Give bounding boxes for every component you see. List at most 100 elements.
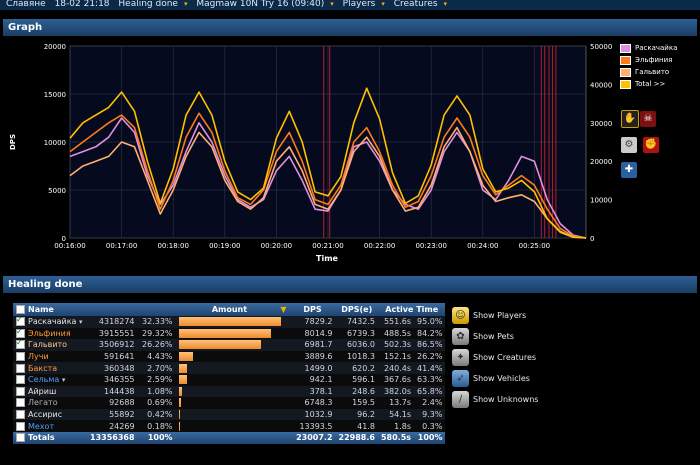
nav-creatures[interactable]: Creatures [394,0,438,9]
hand-icon[interactable]: ✋ [621,110,639,128]
amount-bar-cell [175,362,290,374]
table-row[interactable]: Лучи 591641 4.43% 3889.6 1018.3 152.1s 26.2% [13,350,446,363]
y-tick-label-right: 40000 [590,81,612,89]
row-checkbox[interactable] [16,410,25,420]
active-time-percent-cell: 0.3% [414,420,446,432]
row-name-cell[interactable]: Эльфиния [13,327,87,340]
row-checkbox[interactable] [16,421,25,431]
legend-label: Раскачайка [635,44,678,52]
row-name-cell[interactable]: Сельма ▾ [13,373,87,386]
nav-encounter[interactable]: Magmaw 10N Try 16 (09:40) [196,0,324,9]
row-checkbox[interactable] [16,386,25,396]
amount-bar [178,386,182,396]
row-checkbox[interactable] [16,398,25,408]
table-row[interactable]: Айриш 144438 1.08% 378.1 248.6 382.0s 65.8% [13,385,446,398]
player-name[interactable]: Айриш [28,387,56,396]
dps-cell: 6748.3 [289,397,336,409]
show-unknowns-option[interactable]: ∕ Show Unknowns [452,389,538,410]
amount-cell: 55892 [87,408,138,421]
table-row[interactable]: Ассирис 55892 0.42% 1032.9 96.2 54.1s 9.3% [13,408,446,421]
player-name[interactable]: Лучи [28,352,49,361]
chevron-down-icon[interactable]: ▾ [330,0,334,8]
legend-item[interactable]: Total >> [620,78,677,90]
row-checkbox[interactable] [16,375,25,385]
table-row[interactable]: Бакста 360348 2.70% 1499.0 620.2 240.4s 41.4% [13,362,446,374]
active-time-percent-cell: 41.4% [414,362,446,374]
amount-cell: 591641 [87,350,138,363]
cross-icon[interactable]: ✚ [621,162,637,178]
nav-players[interactable]: Players [343,0,376,9]
totals-row: Totals 13356368 100% 23007.2 22988.6 580… [13,431,446,444]
amount-bar [178,363,187,373]
column-header-amount[interactable]: Amount ▼ [175,303,290,316]
table-row[interactable]: Раскачайка ▾431827432.33%7829.27432.5551… [13,315,446,328]
percent-cell: 0.42% [137,408,176,421]
active-time-percent-cell: 9.3% [414,408,446,421]
x-tick-label: 00:25:00 [519,242,550,250]
amount-bar [178,410,180,420]
legend-item[interactable]: Раскачайка [620,42,677,54]
legend-item[interactable]: Гальвито [620,66,677,78]
chevron-down-icon[interactable]: ▾ [184,0,188,8]
player-name[interactable]: Раскачайка [28,317,76,326]
dpse-cell: 41.8 [335,420,378,432]
row-checkbox[interactable] [16,315,25,327]
chevron-down-icon[interactable]: ▾ [79,318,83,326]
row-name-cell[interactable]: Бакста [13,362,87,374]
flex-icon[interactable]: ✊ [643,137,660,153]
show-players-option[interactable]: ☺ Show Players [452,305,538,326]
player-name[interactable]: Сельма [28,375,59,384]
dps-cell: 8014.9 [289,327,336,340]
active-time-cell: 240.4s [377,362,415,374]
player-name[interactable]: Эльфиния [28,329,71,338]
active-time-cell: 502.3s [377,339,415,351]
dps-cell: 7829.2 [289,316,336,328]
show-pets-option[interactable]: ✿ Show Pets [452,326,538,347]
amount-cell: 24269 [87,420,138,432]
row-checkbox[interactable] [16,338,25,350]
row-name-cell[interactable]: Ассирис [13,408,87,421]
y-tick-label-left: 20000 [44,43,66,51]
table-row[interactable]: Гальвито 350691226.26% 6981.76036.0502.3s8… [13,338,446,351]
row-checkbox[interactable] [16,327,25,338]
column-header-dps[interactable]: DPS [289,303,336,316]
dps-cell: 1032.9 [289,408,336,421]
chevron-down-icon[interactable]: ▾ [381,0,385,8]
nav-healing-done[interactable]: Healing done [118,0,178,9]
show-vehicles-option[interactable]: ➶ Show Vehicles [452,368,538,389]
player-name[interactable]: Бакста [28,364,57,373]
row-checkbox[interactable] [16,363,25,373]
column-header-dpse[interactable]: DPS(e) [335,303,378,316]
row-name-cell[interactable]: Раскачайка ▾ [13,315,87,328]
row-name-cell[interactable]: Гальвито [13,338,87,351]
table-row[interactable]: Мехот 24269 0.18% 13393.5 41.8 1.8s 0.3% [13,420,446,432]
row-name-cell[interactable]: Мехот [13,420,87,432]
skull-icon[interactable]: ☠ [640,111,656,127]
column-header-name[interactable]: Name [13,303,87,316]
show-creatures-option[interactable]: ✦ Show Creatures [452,347,538,368]
table-row[interactable]: Сельма ▾ 346355 2.59% 942.1 596.1 367.6s 63.3% [13,373,446,386]
row-name-cell[interactable]: Легато [13,397,87,409]
chevron-down-icon[interactable]: ▾ [444,0,448,8]
percent-cell: 1.08% [137,385,176,398]
row-name-cell[interactable]: Лучи [13,350,87,363]
row-checkbox[interactable] [16,352,25,362]
chevron-down-icon[interactable]: ▾ [62,376,66,384]
x-tick-label: 00:16:00 [54,242,85,250]
table-row[interactable]: Легато 92688 0.69% 6748.3 159.5 13.7s 2.4% [13,397,446,409]
column-header-active-time[interactable]: Active Time [377,303,446,316]
totals-checkbox[interactable] [16,433,25,443]
nav-raid-name[interactable]: Славяне [6,0,46,9]
row-name-cell[interactable]: Айриш [13,385,87,398]
filter-options: ☺ Show Players ✿ Show Pets ✦ Show Creatures… [452,305,538,410]
graph-panel: 0 5000 10000 15000 20000 0 10000 20000 30000 4000… [3,36,697,268]
player-name[interactable]: Гальвито [28,340,67,349]
table-row[interactable]: Эльфиния 391555129.32% 8014.96739.3488.5s8… [13,327,446,340]
player-name[interactable]: Легато [28,398,58,407]
legend-label: Total >> [635,80,666,88]
player-name[interactable]: Мехот [28,422,54,431]
gear-icon[interactable]: ⚙ [621,137,637,153]
player-name[interactable]: Ассирис [28,410,62,419]
legend-item[interactable]: Эльфиния [620,54,677,66]
select-all-checkbox[interactable] [16,305,25,314]
